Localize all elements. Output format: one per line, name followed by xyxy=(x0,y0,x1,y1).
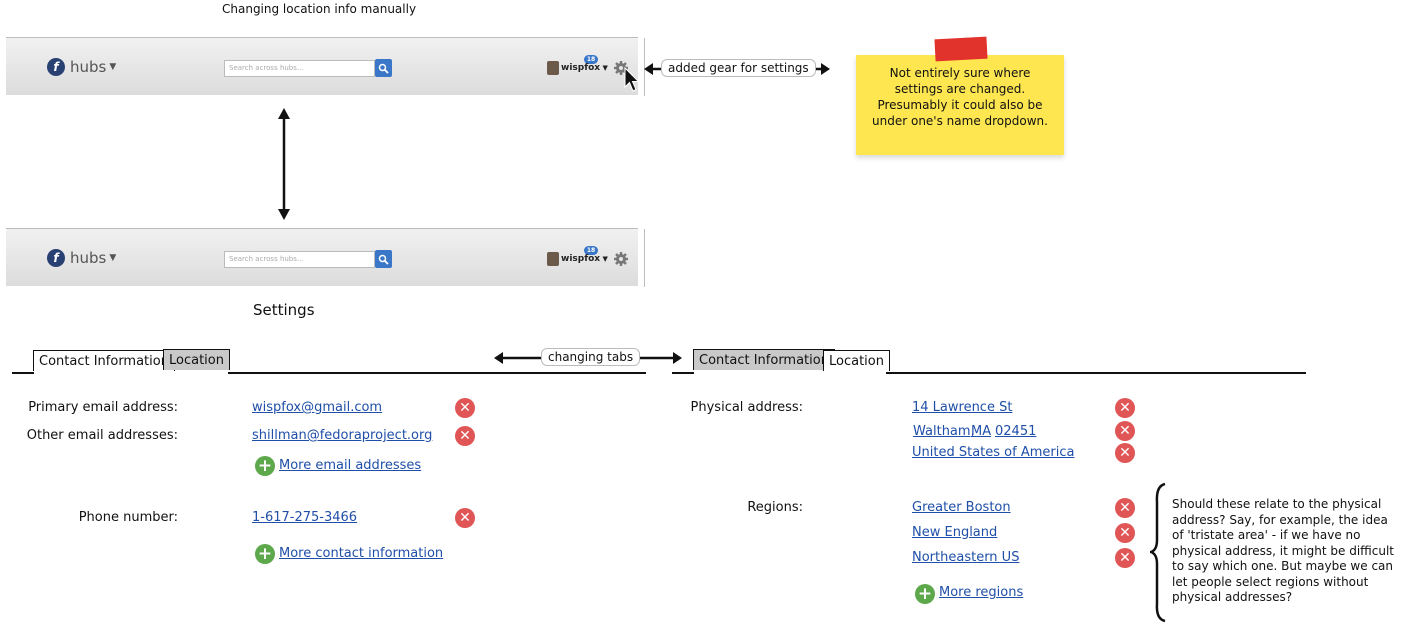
tab-underline xyxy=(12,372,34,374)
cursor-icon xyxy=(624,67,640,92)
search-button[interactable] xyxy=(375,250,392,268)
tab-underline xyxy=(228,372,646,374)
user-menu[interactable]: wispfox ▼ xyxy=(561,254,608,264)
delete-icon[interactable]: ✕ xyxy=(455,398,475,418)
tab-underline xyxy=(886,372,1306,374)
add-icon[interactable]: + xyxy=(255,544,275,564)
phone-label: Phone number: xyxy=(78,510,178,525)
regions-comment: Should these relate to the physical addr… xyxy=(1172,497,1395,604)
address-label: Physical address: xyxy=(690,400,803,415)
chevron-down-icon: ▼ xyxy=(109,253,117,263)
city-link[interactable]: Waltham, xyxy=(913,424,975,439)
username: wispfox xyxy=(561,63,601,73)
gear-icon[interactable] xyxy=(614,252,628,266)
tab-contact-information[interactable]: Contact Information xyxy=(33,350,175,371)
gear-annotation-label: added gear for settings xyxy=(661,59,816,77)
sticky-tape xyxy=(934,36,988,62)
search-input[interactable]: Search across hubs... xyxy=(224,251,375,268)
search-button[interactable] xyxy=(375,59,392,77)
page-title: Changing location info manually xyxy=(222,2,417,16)
primary-email-label: Primary email address: xyxy=(28,400,178,415)
region-link[interactable]: Greater Boston xyxy=(912,500,1011,515)
country-link[interactable]: United States of America xyxy=(912,445,1074,460)
chevron-down-icon: ▼ xyxy=(600,255,608,263)
tab-contact-information[interactable]: Contact Information xyxy=(693,349,835,370)
avatar[interactable] xyxy=(547,61,559,75)
zip-link[interactable]: 02451 xyxy=(995,424,1036,439)
transition-arrow xyxy=(278,108,290,220)
sticky-note: Not entirely sure where settings are cha… xyxy=(856,55,1064,155)
add-icon[interactable]: + xyxy=(915,584,935,604)
curly-brace xyxy=(1150,482,1166,623)
regions-label: Regions: xyxy=(747,500,803,515)
avatar[interactable] xyxy=(547,252,559,266)
delete-icon[interactable]: ✕ xyxy=(1115,548,1135,568)
delete-icon[interactable]: ✕ xyxy=(1115,398,1135,418)
more-regions-link[interactable]: More regions xyxy=(939,585,1023,600)
more-email-link[interactable]: More email addresses xyxy=(279,458,421,473)
delete-icon[interactable]: ✕ xyxy=(455,508,475,528)
delete-icon[interactable]: ✕ xyxy=(1115,498,1135,518)
settings-heading: Settings xyxy=(253,301,315,319)
phone-link[interactable]: 1-617-275-3466 xyxy=(252,510,357,525)
hubs-logo[interactable]: f hubs ▼ xyxy=(47,58,116,76)
state-link[interactable]: MA xyxy=(971,424,991,439)
user-menu[interactable]: wispfox ▼ xyxy=(561,63,608,73)
app-name: hubs xyxy=(70,249,107,267)
username: wispfox xyxy=(561,254,601,264)
top-nav-bar-settings: f hubs ▼ Search across hubs... 18 wispfo… xyxy=(6,228,645,287)
chevron-down-icon: ▼ xyxy=(109,62,117,72)
region-link[interactable]: Northeastern US xyxy=(912,550,1019,565)
delete-icon[interactable]: ✕ xyxy=(455,426,475,446)
app-name: hubs xyxy=(70,58,107,76)
street-link[interactable]: 14 Lawrence St xyxy=(912,400,1012,415)
add-icon[interactable]: + xyxy=(255,456,275,476)
tab-location[interactable]: Location xyxy=(823,350,890,371)
delete-icon[interactable]: ✕ xyxy=(1115,421,1135,441)
fedora-logo-icon: f xyxy=(47,58,65,76)
tab-underline xyxy=(672,372,694,374)
delete-icon[interactable]: ✕ xyxy=(1115,443,1135,463)
region-link[interactable]: New England xyxy=(912,525,997,540)
search-icon xyxy=(378,63,389,74)
delete-icon[interactable]: ✕ xyxy=(1115,523,1135,543)
other-email-label: Other email addresses: xyxy=(26,428,178,443)
more-contact-link[interactable]: More contact information xyxy=(279,546,443,561)
top-nav-bar: f hubs ▼ Search across hubs... 18 wispfo… xyxy=(6,37,645,96)
primary-email-link[interactable]: wispfox@gmail.com xyxy=(252,400,382,415)
search-icon xyxy=(378,254,389,265)
hubs-logo[interactable]: f hubs ▼ xyxy=(47,249,116,267)
tabs-annotation-label: changing tabs xyxy=(541,348,641,366)
tab-location[interactable]: Location xyxy=(163,349,230,370)
fedora-logo-icon: f xyxy=(47,249,65,267)
chevron-down-icon: ▼ xyxy=(600,64,608,72)
search-input[interactable]: Search across hubs... xyxy=(224,60,375,77)
other-email-link[interactable]: shillman@fedoraproject.org xyxy=(252,428,432,443)
